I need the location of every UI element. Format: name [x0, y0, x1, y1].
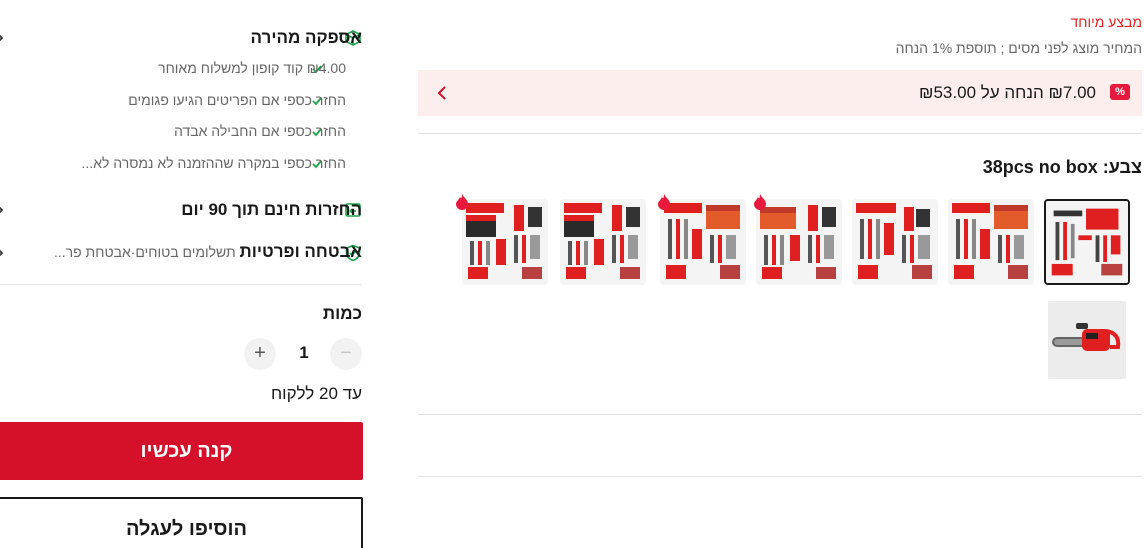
coupon-bar[interactable]: % ₪7.00 הנחה על ₪53.00 [418, 70, 1142, 116]
divider [418, 414, 1142, 415]
chevron-left-icon[interactable] [432, 82, 452, 104]
tool-kit-image [948, 199, 1034, 285]
color-swatch[interactable] [948, 199, 1034, 285]
color-swatch-38pcs-no-box[interactable] [1044, 199, 1130, 285]
quantity-decrease-button[interactable]: − [330, 338, 362, 370]
discount-badge-icon: % [1110, 84, 1130, 100]
quantity-label: כמות [322, 304, 362, 323]
chevron-icon[interactable] [0, 203, 4, 217]
color-swatch[interactable] [462, 199, 548, 285]
promo-label: מבצע מיוחד [1070, 14, 1142, 30]
chevron-icon[interactable] [0, 246, 4, 260]
shipping-title: אספקה מהירה [250, 28, 362, 47]
product-options-panel: מבצע מיוחד המחיר מוצג לפני מסים ; תוספת … [418, 0, 1144, 548]
coupon-text: ₪7.00 הנחה על ₪53.00 [919, 83, 1096, 102]
divider [0, 284, 362, 285]
flame-icon [456, 194, 468, 210]
divider [418, 476, 1142, 477]
tool-kit-image [756, 199, 842, 285]
color-swatch[interactable] [756, 199, 842, 285]
color-swatch-chainsaw[interactable] [1048, 301, 1126, 379]
security-detail: תשלומים בטוחים·אבטחת פר... [53, 244, 236, 260]
divider [418, 133, 1142, 134]
flame-icon [658, 194, 670, 210]
shipping-bullet: ₪4.00 קוד קופון למשלוח מאוחר [158, 60, 346, 76]
tool-kit-image [660, 199, 746, 285]
chevron-icon[interactable] [0, 31, 4, 45]
color-swatch[interactable] [560, 199, 646, 285]
tool-kit-image [560, 199, 646, 285]
color-swatch[interactable] [660, 199, 746, 285]
tool-kit-image [852, 199, 938, 285]
buy-box: אספקה מהירה ₪4.00 קוד קופון למשלוח מאוחר… [0, 0, 386, 548]
price-note: המחיר מוצג לפני מסים ; תוספת 1% הנחה [895, 40, 1142, 56]
quantity-increase-button[interactable]: + [244, 338, 276, 370]
tool-kit-image [462, 199, 548, 285]
color-swatch[interactable] [852, 199, 938, 285]
quantity-value: 1 [299, 343, 309, 362]
chainsaw-toy-image [1048, 301, 1126, 379]
returns-title: החזרות חינם תוך 90 יום [181, 200, 362, 219]
shipping-bullet: החזר כספי אם החבילה אבדה [174, 123, 346, 139]
add-to-cart-button[interactable]: הוסיפו לעגלה [0, 497, 363, 548]
tool-kit-image [1046, 201, 1128, 283]
buy-now-button[interactable]: קנה עכשיו [0, 422, 363, 480]
shipping-bullet: החזר כספי במקרה שההזמנה לא נמסרה לא... [81, 155, 346, 171]
shipping-bullet: החזר כספי אם הפריטים הגיעו פגומים [128, 92, 346, 108]
security-title: אבטחה ופרטיות [239, 242, 362, 261]
purchase-limit: עד 20 ללקוח [270, 384, 362, 403]
security-line: אבטחה ופרטיות תשלומים בטוחים·אבטחת פר... [54, 242, 362, 262]
color-label: צבע: 38pcs no box [982, 157, 1142, 177]
flame-icon [754, 194, 766, 210]
